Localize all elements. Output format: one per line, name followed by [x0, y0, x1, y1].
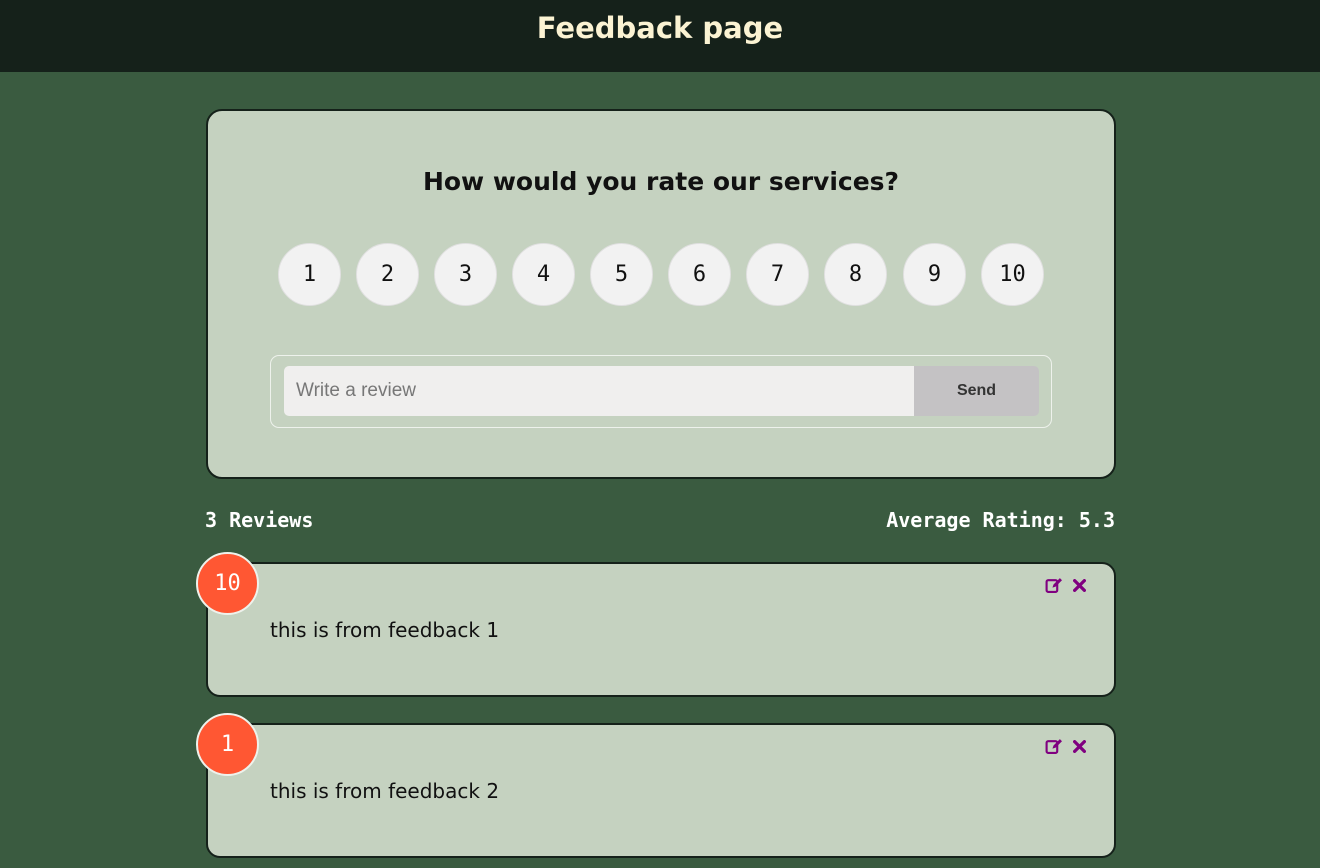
- rating-option-8[interactable]: 8: [824, 243, 887, 306]
- reviews-count: 3 Reviews: [205, 508, 314, 532]
- review-input-group: Send: [270, 355, 1052, 428]
- edit-icon[interactable]: [1044, 737, 1062, 755]
- send-button[interactable]: Send: [914, 366, 1039, 416]
- review-input[interactable]: [284, 366, 914, 416]
- feedback-item: 10 this is from feedback 1: [196, 552, 1116, 697]
- feedback-form-card: How would you rate our services? 1 2 3 4…: [206, 109, 1116, 479]
- rating-option-1[interactable]: 1: [278, 243, 341, 306]
- rating-question: How would you rate our services?: [422, 167, 900, 196]
- rating-option-6[interactable]: 6: [668, 243, 731, 306]
- page-title: Feedback page: [536, 11, 784, 45]
- feedback-actions: [1044, 576, 1088, 594]
- rating-option-3[interactable]: 3: [434, 243, 497, 306]
- edit-icon[interactable]: [1044, 576, 1062, 594]
- feedback-actions: [1044, 737, 1088, 755]
- close-icon[interactable]: [1070, 737, 1088, 755]
- feedback-text: this is from feedback 2: [270, 779, 500, 803]
- close-icon[interactable]: [1070, 576, 1088, 594]
- page-header: Feedback page: [0, 0, 1320, 72]
- rating-badge: 1: [196, 713, 259, 776]
- rating-badge: 10: [196, 552, 259, 615]
- average-rating: Average Rating: 5.3: [886, 508, 1115, 532]
- feedback-item: 1 this is from feedback 2: [196, 713, 1116, 858]
- rating-option-5[interactable]: 5: [590, 243, 653, 306]
- feedback-text: this is from feedback 1: [270, 618, 500, 642]
- rating-option-2[interactable]: 2: [356, 243, 419, 306]
- rating-option-10[interactable]: 10: [981, 243, 1044, 306]
- rating-option-9[interactable]: 9: [903, 243, 966, 306]
- rating-option-4[interactable]: 4: [512, 243, 575, 306]
- rating-options: 1 2 3 4 5 6 7 8 9 10: [278, 243, 1046, 307]
- rating-option-7[interactable]: 7: [746, 243, 809, 306]
